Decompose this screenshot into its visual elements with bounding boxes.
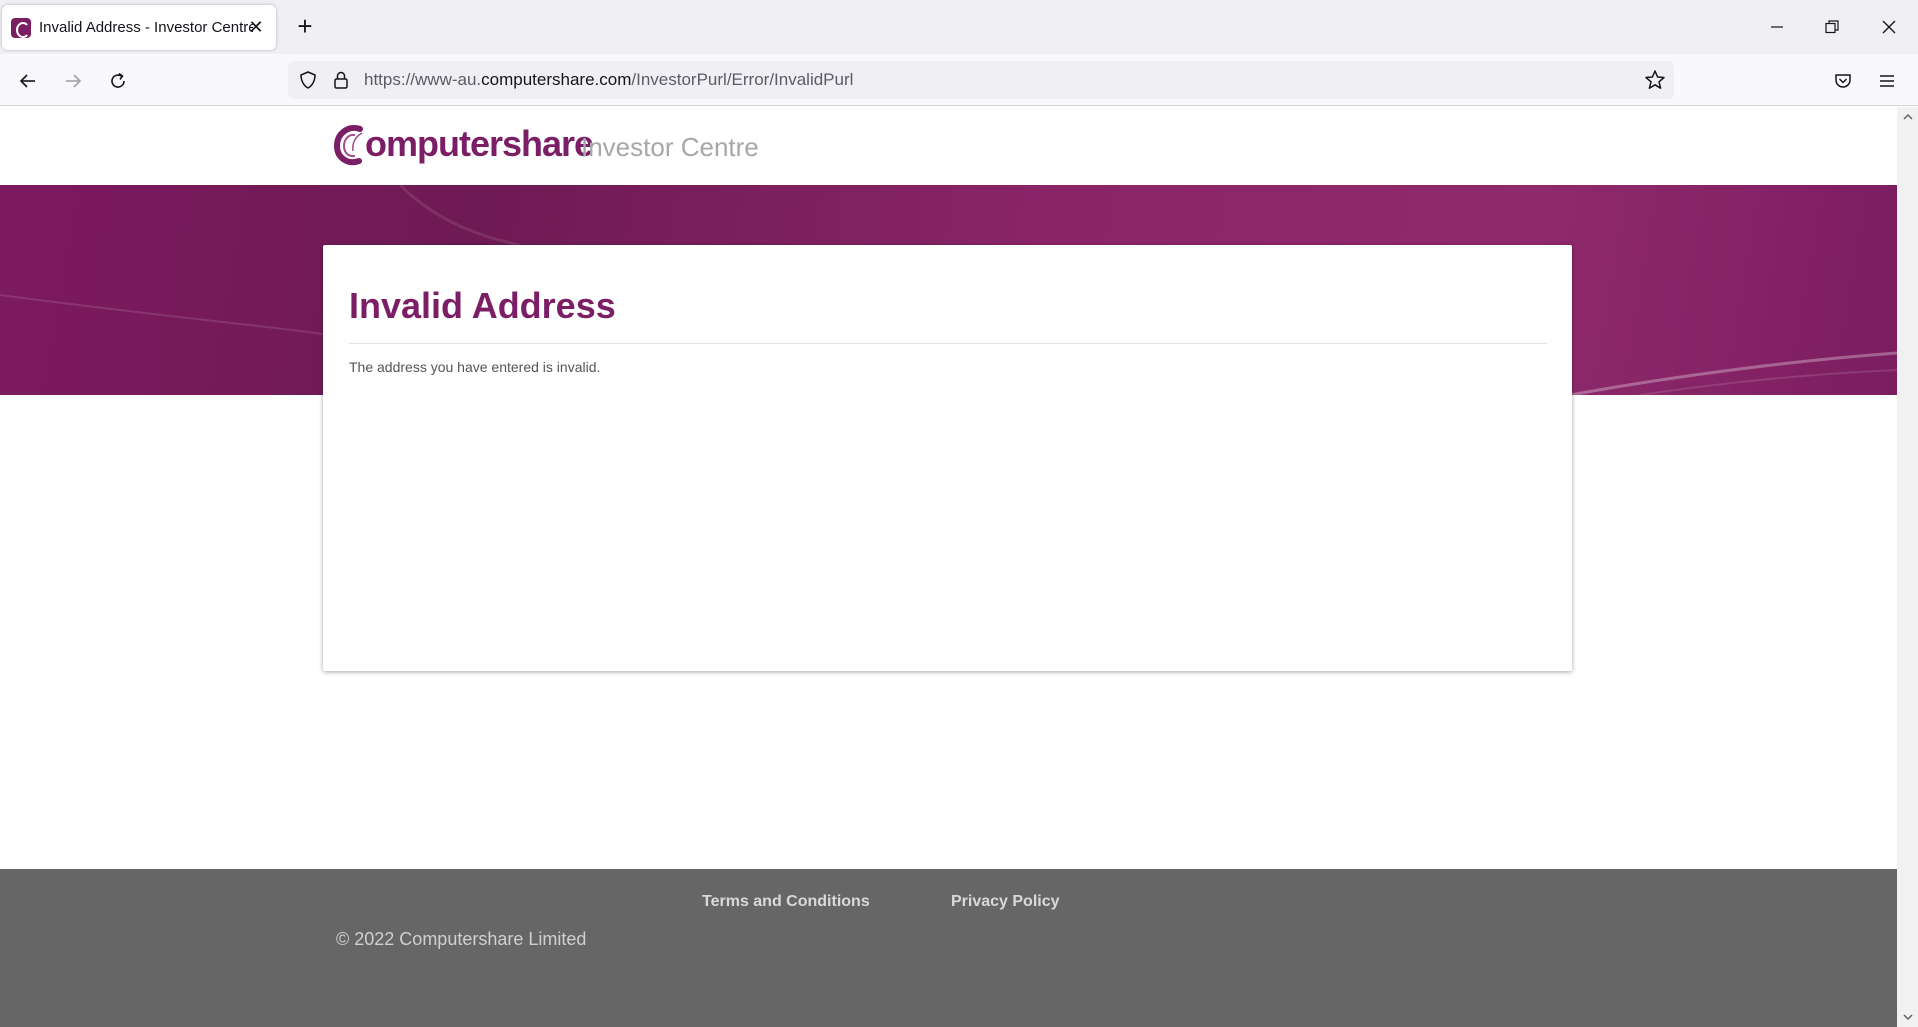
close-window-button[interactable] [1872,10,1906,44]
scroll-down-arrow-icon[interactable] [1902,1011,1914,1023]
lock-icon[interactable] [332,70,350,90]
url-host: computershare.com [481,70,632,89]
address-bar[interactable]: https://www-au.computershare.com/Investo… [288,61,1674,99]
arrow-left-icon [19,74,35,88]
bookmark-star-icon[interactable] [1644,69,1666,91]
copyright-text: © 2022 Computershare Limited [336,929,587,949]
url-prefix: https://www-au. [364,70,482,89]
terms-and-conditions-link[interactable]: Terms and Conditions [702,893,870,911]
close-tab-icon[interactable]: ✕ [246,17,266,37]
reload-icon [111,72,125,88]
tracking-shield-icon[interactable] [298,70,318,90]
forward-button[interactable] [56,64,90,98]
scroll-up-arrow-icon[interactable] [1902,111,1914,123]
new-tab-button[interactable]: + [292,13,318,40]
page-viewport: omputershare Investor Centre Invalid Add… [0,107,1897,1027]
title-divider [349,343,1547,344]
app-menu-button[interactable] [1870,64,1904,98]
minimize-window-button[interactable] [1760,10,1794,44]
error-card: Invalid Address The address you have ent… [323,245,1572,671]
computershare-logo[interactable]: omputershare [333,123,594,167]
site-header: omputershare Investor Centre [0,107,1897,185]
navigation-toolbar: https://www-au.computershare.com/Investo… [0,54,1918,106]
pocket-button[interactable] [1826,64,1860,98]
error-message: The address you have entered is invalid. [349,359,601,375]
tab-bar: Invalid Address - Investor Centre ✕ + [0,0,1918,54]
hamburger-menu-icon [1880,75,1894,87]
tab-title: Invalid Address - Investor Centre [39,19,253,36]
url-path: /InvestorPurl/Error/InvalidPurl [631,70,854,89]
arrow-right-icon [66,74,82,88]
privacy-policy-link[interactable]: Privacy Policy [951,893,1060,911]
back-button[interactable] [11,64,45,98]
url-text[interactable]: https://www-au.computershare.com/Investo… [364,70,853,90]
page-title: Invalid Address [349,285,616,326]
vertical-scrollbar[interactable] [1897,107,1918,1027]
logo-wordmark: omputershare [365,123,594,164]
product-name: Investor Centre [581,132,759,162]
computershare-favicon-icon [11,17,31,38]
restore-window-button[interactable] [1815,10,1849,44]
site-footer: Terms and Conditions Privacy Policy © 20… [0,869,1897,1027]
computershare-c-logo-icon [333,125,363,166]
reload-button[interactable] [101,64,135,98]
pocket-icon [1835,74,1851,88]
browser-tab[interactable]: Invalid Address - Investor Centre ✕ [2,5,276,50]
